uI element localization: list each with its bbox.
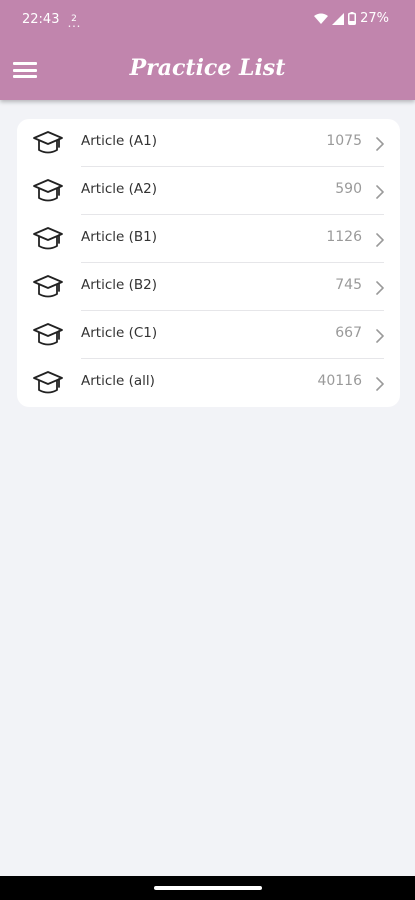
list-item-label: Article (A1) [81, 133, 157, 149]
graduation-cap-icon [32, 177, 64, 205]
list-item-count: 667 [335, 325, 362, 341]
graduation-cap-icon [32, 321, 64, 349]
battery-percentage: 27% [360, 11, 389, 26]
graduation-cap-icon [32, 129, 64, 157]
list-item-count: 745 [335, 277, 362, 293]
list-item[interactable]: Article (C1) 667 [17, 311, 400, 359]
screen: 22:43 2 • • • 27% Practice List Article … [0, 0, 415, 900]
list-item-label: Article (all) [81, 373, 155, 389]
chevron-right-icon [375, 328, 385, 343]
list-item-count: 1075 [326, 133, 362, 149]
practice-list: Article (A1) 1075 Article (A2) 590 Article (… [17, 119, 400, 407]
list-item-label: Article (A2) [81, 181, 157, 197]
chevron-right-icon [375, 376, 385, 391]
app-bar: 22:43 2 • • • 27% Practice List [0, 0, 415, 100]
list-item-count: 1126 [326, 229, 362, 245]
cellular-signal-icon [332, 12, 345, 25]
list-item[interactable]: Article (B1) 1126 [17, 215, 400, 263]
wifi-icon [314, 13, 329, 24]
page-title: Practice List [129, 55, 286, 81]
notification-icon: 2 • • • [68, 14, 80, 30]
status-icons: 27% [314, 11, 389, 26]
status-time: 22:43 [22, 12, 60, 27]
svg-text:2: 2 [71, 14, 77, 24]
chevron-right-icon [375, 184, 385, 199]
battery-icon [348, 12, 357, 25]
svg-text:• • •: • • • [68, 24, 80, 30]
list-item[interactable]: Article (B2) 745 [17, 263, 400, 311]
list-item[interactable]: Article (all) 40116 [17, 359, 400, 407]
status-bar: 22:43 2 • • • 27% [0, 0, 415, 40]
graduation-cap-icon [32, 273, 64, 301]
list-item[interactable]: Article (A2) 590 [17, 167, 400, 215]
list-item-label: Article (B2) [81, 277, 157, 293]
list-item-label: Article (C1) [81, 325, 158, 341]
chevron-right-icon [375, 136, 385, 151]
list-item-count: 40116 [317, 373, 362, 389]
chevron-right-icon [375, 280, 385, 295]
list-item-label: Article (B1) [81, 229, 157, 245]
graduation-cap-icon [32, 225, 64, 253]
home-indicator[interactable] [154, 886, 262, 890]
chevron-right-icon [375, 232, 385, 247]
list-item[interactable]: Article (A1) 1075 [17, 119, 400, 167]
graduation-cap-icon [32, 369, 64, 397]
list-item-count: 590 [335, 181, 362, 197]
navigation-bar [0, 876, 415, 900]
